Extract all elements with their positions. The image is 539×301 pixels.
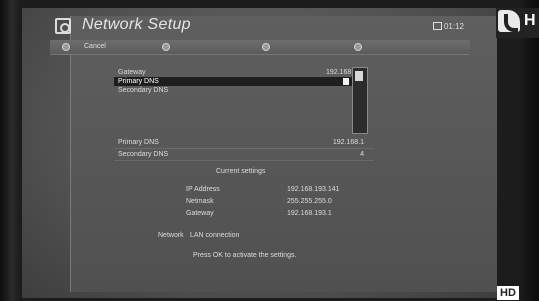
- list-item-gateway[interactable]: Gateway 192.168.1.1: [114, 68, 367, 77]
- gateway-value: 192.168.193.1: [287, 210, 332, 217]
- red-button-icon[interactable]: [62, 43, 70, 51]
- dns-fields: Primary DNS 192.168.1 Secondary DNS 4: [114, 137, 374, 161]
- network-label: Network: [158, 232, 184, 239]
- scrollbar-thumb[interactable]: [355, 71, 363, 81]
- field-value: 192.168.1: [332, 139, 364, 146]
- list-item-label: Primary DNS: [118, 78, 159, 85]
- ip-address-value: 192.168.193.141: [287, 186, 340, 193]
- list-item-primary-dns[interactable]: Primary DNS: [114, 77, 367, 86]
- hd-badge: HD: [497, 286, 519, 300]
- secondary-dns-field[interactable]: Secondary DNS 4: [114, 149, 374, 161]
- hint-text: Press OK to activate the settings.: [193, 252, 297, 259]
- list-item-label: Secondary DNS: [118, 87, 169, 94]
- netmask-label: Netmask: [186, 198, 214, 205]
- field-label: Primary DNS: [118, 139, 159, 146]
- green-button-icon[interactable]: [162, 43, 170, 51]
- scrollbar[interactable]: [352, 67, 368, 134]
- channel-logo-icon: [498, 10, 520, 32]
- primary-dns-field[interactable]: Primary DNS 192.168.1: [114, 137, 374, 149]
- page-title: Network Setup: [82, 16, 191, 33]
- text-cursor: [343, 78, 349, 85]
- network-value: LAN connection: [190, 232, 240, 239]
- color-button-bar: Cancel: [50, 40, 470, 55]
- clock: 01:12: [432, 22, 464, 31]
- blue-button-icon[interactable]: [354, 43, 362, 51]
- netmask-value: 255.255.255.0: [287, 198, 332, 205]
- cancel-button[interactable]: Cancel: [84, 43, 106, 50]
- settings-list: Gateway 192.168.1.1 Primary DNS Secondar…: [114, 68, 367, 128]
- current-settings-heading: Current settings: [216, 168, 266, 175]
- list-item-secondary-dns[interactable]: Secondary DNS: [114, 86, 367, 95]
- field-label: Secondary DNS: [118, 151, 169, 158]
- clock-time: 01:12: [443, 22, 464, 31]
- settings-icon: [55, 18, 71, 34]
- list-item-label: Gateway: [118, 69, 146, 76]
- field-value: 4: [360, 151, 364, 158]
- yellow-button-icon[interactable]: [262, 43, 270, 51]
- channel-logo-letter: H: [524, 12, 536, 29]
- ip-address-label: IP Address: [186, 186, 220, 193]
- header: Network Setup 01:12: [50, 10, 474, 44]
- clock-icon: [432, 22, 442, 30]
- gateway-label: Gateway: [186, 210, 214, 217]
